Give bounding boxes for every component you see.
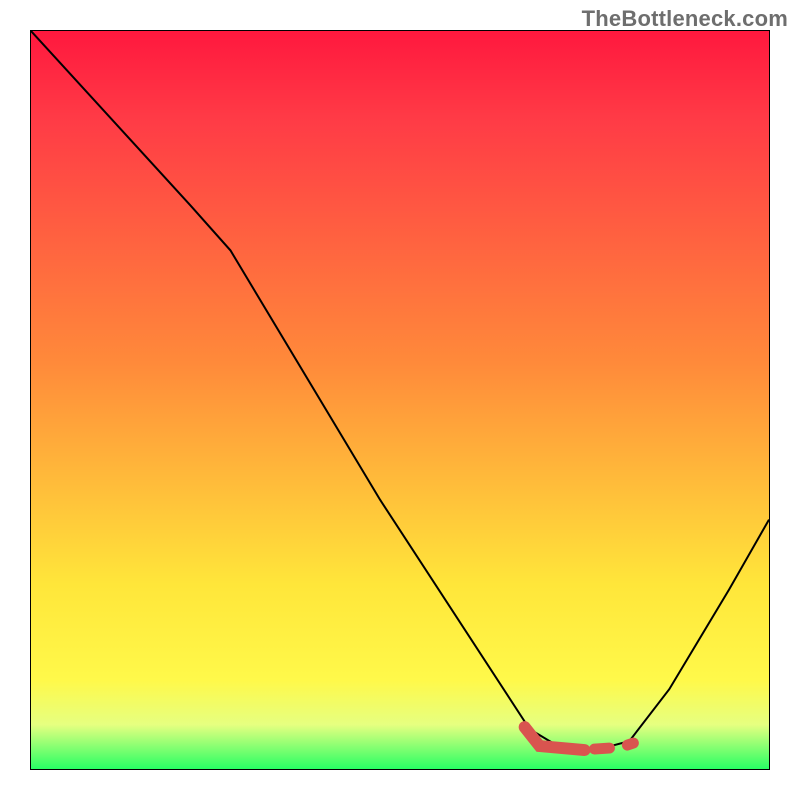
chart-container: TheBottleneck.com xyxy=(0,0,800,800)
series-marker-dash-1 xyxy=(594,748,609,749)
chart-svg xyxy=(31,31,769,769)
plot-area xyxy=(30,30,770,770)
series-bottleneck-curve xyxy=(31,31,769,751)
series-marker-dot xyxy=(627,743,633,745)
series-marker-segment xyxy=(525,727,585,750)
attribution-text: TheBottleneck.com xyxy=(582,6,788,32)
